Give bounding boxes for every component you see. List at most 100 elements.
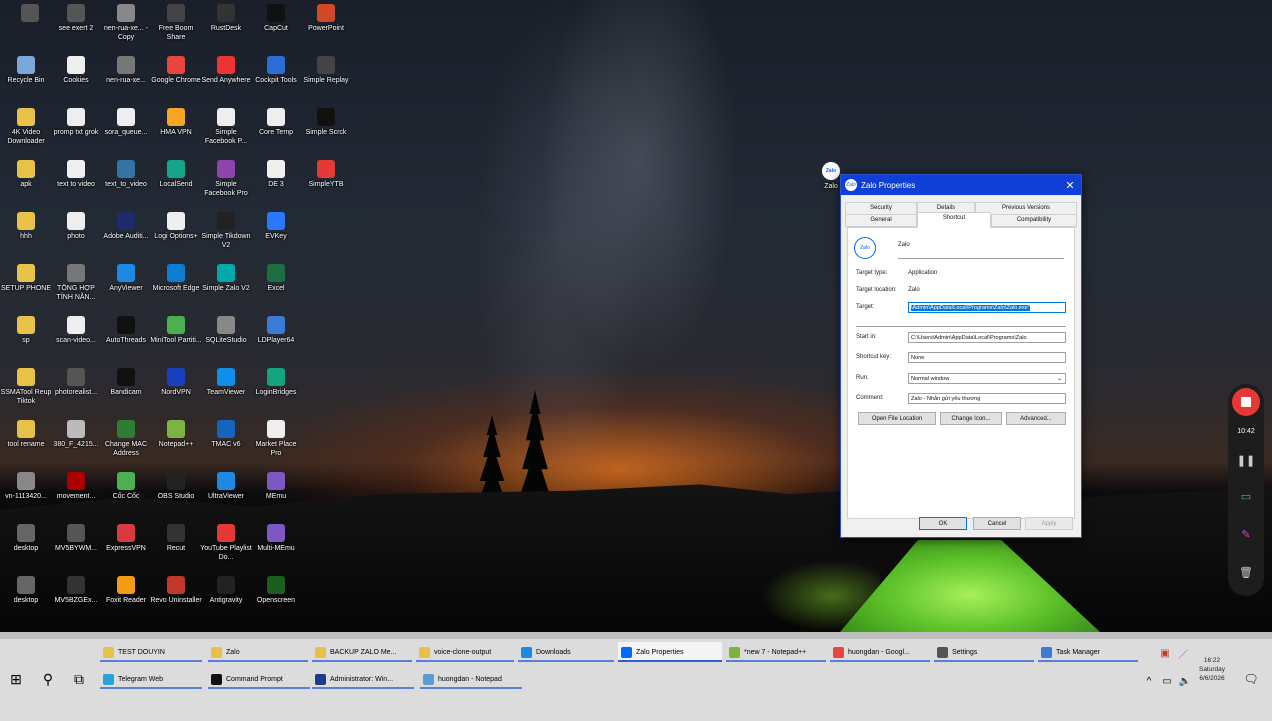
apply-button[interactable]: Apply <box>1025 517 1073 530</box>
desktop-shortcut[interactable]: photorealist... <box>50 364 102 416</box>
taskbar-button[interactable]: Command Prompt <box>208 669 310 689</box>
desktop-shortcut[interactable]: TeamViewer <box>200 364 252 416</box>
target-input[interactable]: \Admin\AppData\Local\Programs\Zalo\Zalo.… <box>908 302 1066 313</box>
run-select[interactable]: Normal window ⌄ <box>908 373 1066 384</box>
desktop-shortcut[interactable]: apk <box>0 156 52 208</box>
desktop-shortcut[interactable]: photo <box>50 208 102 260</box>
desktop-shortcut[interactable]: UltraViewer <box>200 468 252 520</box>
notification-icon[interactable]: 🗨 <box>1240 668 1262 690</box>
desktop-shortcut[interactable]: MEmu <box>250 468 302 520</box>
desktop-shortcut[interactable]: Simple Zalo V2 <box>200 260 252 312</box>
start-in-input[interactable]: C:\Users\Admin\AppData\Local\Programs\Za… <box>908 332 1066 343</box>
desktop-shortcut[interactable]: MiniTool Partiti... <box>150 312 202 364</box>
taskbar-button[interactable]: huongdan - Googl... <box>830 642 930 662</box>
desktop-shortcut[interactable]: vn-1113420... <box>0 468 52 520</box>
desktop-shortcut[interactable]: SSMATool Reup Tiktok <box>0 364 52 416</box>
desktop-shortcut[interactable]: Simple Replay <box>300 52 352 104</box>
taskbar-button[interactable]: Zalo Properties <box>618 642 722 662</box>
desktop-shortcut[interactable]: AutoThreads <box>100 312 152 364</box>
desktop-shortcut[interactable]: MV5BYWM... <box>50 520 102 572</box>
desktop-shortcut[interactable]: TỔNG HỢP TÍNH NĂN... <box>50 260 102 312</box>
desktop-shortcut[interactable]: ExpressVPN <box>100 520 152 572</box>
stop-record-button[interactable] <box>1232 388 1260 416</box>
pen-icon[interactable]: ✎ <box>1236 528 1256 544</box>
desktop-shortcut[interactable]: TMAC v6 <box>200 416 252 468</box>
desktop-shortcut[interactable]: movement... <box>50 468 102 520</box>
desktop-shortcut[interactable]: 4K Video Downloader <box>0 104 52 156</box>
desktop-shortcut[interactable]: text_to_video <box>100 156 152 208</box>
desktop-shortcut[interactable]: Bandicam <box>100 364 152 416</box>
desktop-shortcut[interactable]: Antigravity <box>200 572 252 624</box>
taskbar-button[interactable]: *new 7 - Notepad++ <box>726 642 826 662</box>
desktop-shortcut[interactable]: NordVPN <box>150 364 202 416</box>
taskbar-button[interactable]: TEST DOUYIN <box>100 642 202 662</box>
desktop-shortcut[interactable]: LDPlayer64 <box>250 312 302 364</box>
desktop-shortcut[interactable]: YouTube Playlist Do... <box>200 520 252 572</box>
taskbar-button[interactable]: huongdan - Notepad <box>420 669 522 689</box>
desktop-shortcut[interactable]: AnyViewer <box>100 260 152 312</box>
desktop-shortcut[interactable]: Openscreen <box>250 572 302 624</box>
desktop-shortcut[interactable]: Recut <box>150 520 202 572</box>
tab-compatibility[interactable]: Compatibility <box>991 214 1077 227</box>
desktop-shortcut[interactable]: LoginBridges <box>250 364 302 416</box>
desktop-shortcut[interactable]: PowerPoint <box>300 0 352 52</box>
tab-general[interactable]: General <box>845 214 917 227</box>
taskbar-button[interactable]: Downloads <box>518 642 614 662</box>
desktop-shortcut[interactable]: desktop <box>0 520 52 572</box>
taskbar-button[interactable]: Telegram Web <box>100 669 202 689</box>
desktop-shortcut[interactable]: Foxit Reader <box>100 572 152 624</box>
desktop-shortcut[interactable]: Excel <box>250 260 302 312</box>
desktop-shortcut[interactable]: nen-rua-xe... <box>100 52 152 104</box>
search-icon[interactable]: ⚲ <box>37 668 59 690</box>
desktop-shortcut[interactable]: Core Temp <box>250 104 302 156</box>
desktop-shortcut[interactable]: RustDesk <box>200 0 252 52</box>
desktop-shortcut[interactable]: DE 3 <box>250 156 302 208</box>
desktop-shortcut[interactable]: Free Boom Share <box>150 0 202 52</box>
dialog-titlebar[interactable]: Zalo Zalo Properties ✕ <box>841 175 1081 195</box>
desktop-shortcut[interactable]: SETUP PHONE <box>0 260 52 312</box>
desktop-shortcut[interactable]: SQLiteStudio <box>200 312 252 364</box>
open-file-location-button[interactable]: Open File Location <box>858 412 936 425</box>
desktop-shortcut[interactable]: OBS Studio <box>150 468 202 520</box>
desktop-shortcut[interactable]: sora_queue... <box>100 104 152 156</box>
windows-start-icon[interactable]: ⊞ <box>5 668 27 690</box>
desktop-shortcut[interactable]: hhh <box>0 208 52 260</box>
desktop-shortcut[interactable]: nen-rua-xe... - Copy <box>100 0 152 52</box>
desktop-shortcut[interactable]: MV5BZGEx... <box>50 572 102 624</box>
taskbar-clock[interactable]: 16:22 Saturday 6/6/2026 <box>1190 656 1234 683</box>
desktop-shortcut[interactable]: Notepad++ <box>150 416 202 468</box>
comment-input[interactable]: Zalo - Nhắn gửi yêu thương <box>908 393 1066 404</box>
desktop-shortcut[interactable] <box>4 0 56 52</box>
desktop-shortcut[interactable]: desktop <box>0 572 52 624</box>
task-view-icon[interactable]: ⧉ <box>68 668 90 690</box>
desktop-shortcut[interactable]: Revo Uninstaller <box>150 572 202 624</box>
desktop-shortcut[interactable]: text to video <box>50 156 102 208</box>
desktop-shortcut[interactable]: sp <box>0 312 52 364</box>
desktop-shortcut[interactable]: LocalSend <box>150 156 202 208</box>
trash-icon[interactable]: 🗑 <box>1236 566 1256 582</box>
desktop-shortcut[interactable]: Multi-MEmu <box>250 520 302 572</box>
desktop-shortcut[interactable]: Simple Facebook P... <box>200 104 252 156</box>
taskbar-button[interactable]: BACKUP ZALO Me... <box>312 642 412 662</box>
ok-button[interactable]: OK <box>919 517 967 530</box>
desktop-shortcut[interactable]: Cockpit Tools <box>250 52 302 104</box>
tab-shortcut[interactable]: Shortcut <box>917 212 991 228</box>
desktop-shortcut[interactable]: CapCut <box>250 0 302 52</box>
camera-icon[interactable]: ▭ <box>1236 490 1256 506</box>
desktop-shortcut[interactable]: Microsoft Edge <box>150 260 202 312</box>
desktop-shortcut[interactable]: Send Anywhere <box>200 52 252 104</box>
desktop-shortcut[interactable]: see exert 2 <box>50 0 102 52</box>
desktop-shortcut[interactable]: scan-video... <box>50 312 102 364</box>
taskbar-button[interactable]: Administrator: Win... <box>312 669 414 689</box>
desktop-shortcut[interactable]: Cookies <box>50 52 102 104</box>
desktop-shortcut[interactable]: Adobe Auditi... <box>100 208 152 260</box>
desktop-shortcut[interactable]: tool rename <box>0 416 52 468</box>
taskbar-button[interactable]: Settings <box>934 642 1034 662</box>
shortcut-key-input[interactable]: None <box>908 352 1066 363</box>
desktop-shortcut[interactable]: 380_F_4215... <box>50 416 102 468</box>
desktop-shortcut[interactable]: Change MAC Address <box>100 416 152 468</box>
desktop-shortcut[interactable]: Market Place Pro <box>250 416 302 468</box>
pause-icon[interactable]: ❚❚ <box>1236 454 1256 470</box>
change-icon-button[interactable]: Change Icon... <box>940 412 1002 425</box>
desktop-shortcut[interactable]: Google Chrome <box>150 52 202 104</box>
